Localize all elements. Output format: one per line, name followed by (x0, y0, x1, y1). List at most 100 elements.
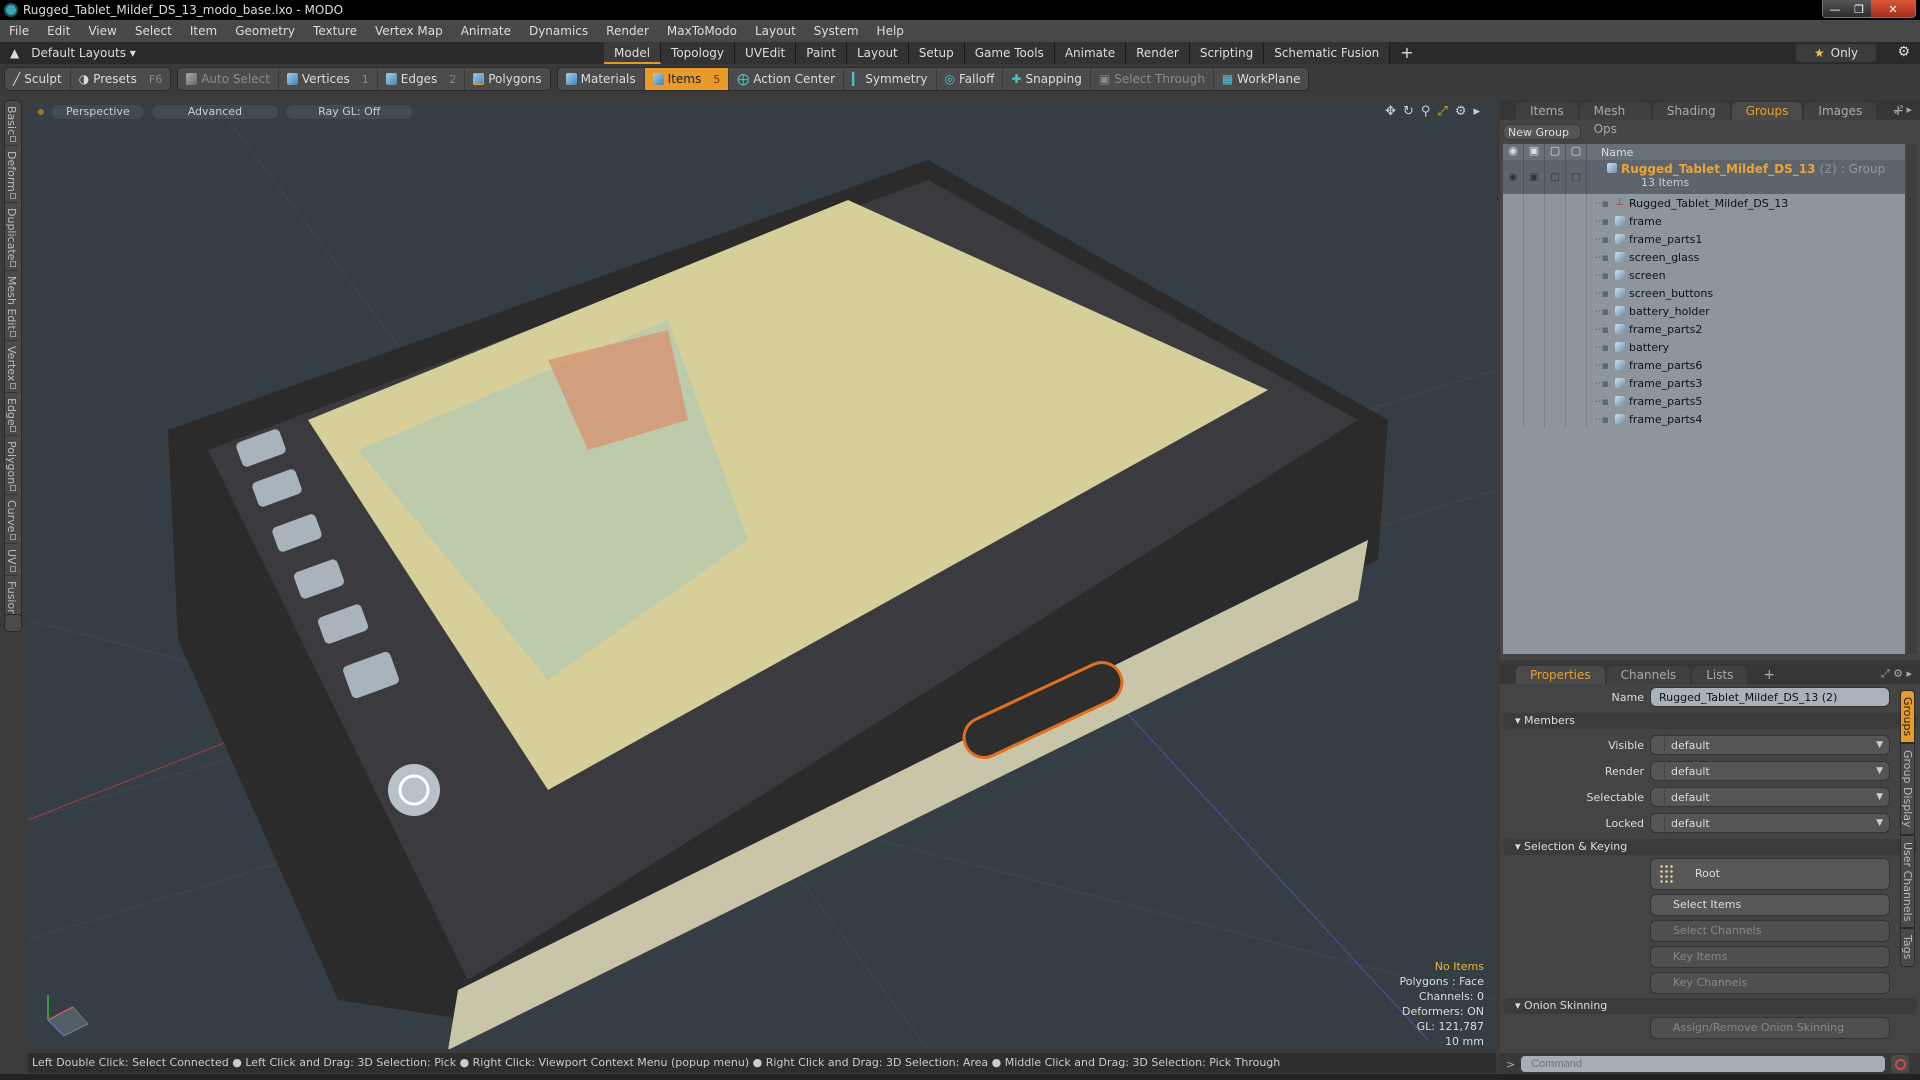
rotate-icon[interactable]: ↻ (1403, 104, 1414, 119)
symmetry-button[interactable]: ▎ Symmetry (844, 68, 937, 90)
vertices-button[interactable]: Vertices 1 (279, 68, 378, 90)
sidetab-groups[interactable]: Groups (1900, 690, 1915, 744)
tab-deform[interactable]: Deform (5, 146, 18, 204)
tree-item-row[interactable]: ··▪ frame_parts2 (1503, 320, 1905, 338)
menu-item[interactable]: Item (181, 24, 226, 38)
tab-model[interactable]: Model (604, 42, 662, 64)
action-center-button[interactable]: ⨁ Action Center (729, 68, 845, 90)
tree-item-row[interactable]: ··▪ battery_holder (1503, 302, 1905, 320)
render-column-icon[interactable]: ▣ (1524, 144, 1545, 160)
select-channels-button[interactable]: Select Channels (1650, 920, 1890, 942)
tab-properties[interactable]: Properties (1516, 666, 1605, 684)
select-toggle[interactable]: ▢ (1566, 160, 1587, 194)
sculpt-button[interactable]: ╱ Sculpt (5, 68, 71, 90)
menu-maxtomodo[interactable]: MaxToModo (658, 24, 746, 38)
render-dropdown[interactable]: default ▼ (1650, 761, 1890, 781)
name-column-header[interactable]: Name (1587, 146, 1633, 159)
tab-lists[interactable]: Lists (1692, 666, 1748, 684)
select-column-icon[interactable]: ▢ (1566, 144, 1587, 160)
3d-viewport[interactable]: Perspective Advanced Ray GL: Off ✥ ↻ ⚲ ⤢… (28, 104, 1496, 1049)
render-toggle-icon[interactable]: ▣ (1524, 160, 1545, 194)
group-row[interactable]: ◉ ▣ ▢ ▢ Rugged_Tablet_Mildef_DS_13 (2) :… (1503, 160, 1905, 194)
tree-item-row[interactable]: ··▪ battery (1503, 338, 1905, 356)
only-button[interactable]: ★ Only (1796, 44, 1876, 62)
tab-duplicate[interactable]: Duplicate (5, 203, 18, 272)
tree-item-row[interactable]: ··▪ frame_parts4 (1503, 410, 1905, 428)
tab-mesh-ops[interactable]: Mesh Ops (1579, 102, 1651, 136)
sidetab-group-display[interactable]: Group Display (1900, 743, 1915, 835)
fit-icon[interactable]: ⤢ (1437, 104, 1447, 119)
visible-dropdown[interactable]: default ▼ (1650, 735, 1890, 755)
tab-images[interactable]: Images (1804, 102, 1877, 120)
assign-onion-skinning-button[interactable]: Assign/Remove Onion Skinning (1650, 1017, 1890, 1039)
visibility-column-icon[interactable]: ◉ (1503, 144, 1524, 160)
raygl-button[interactable]: Ray GL: Off (286, 105, 413, 119)
layouts-dropdown[interactable]: Default Layouts ▾ (31, 46, 136, 60)
view-mode-button[interactable]: Perspective (52, 105, 144, 119)
sidetab-user-channels[interactable]: User Channels (1900, 834, 1915, 929)
tab-uv[interactable]: UV (5, 544, 18, 576)
tab-layout[interactable]: Layout (846, 42, 909, 64)
materials-button[interactable]: Materials (558, 68, 645, 90)
root-button[interactable]: Root (1650, 858, 1890, 890)
members-section[interactable]: ▾ Members (1503, 713, 1917, 729)
layout-up-icon[interactable]: ▲ (10, 46, 19, 60)
restore-button[interactable]: ❐ (1847, 0, 1871, 17)
onion-skinning-section[interactable]: ▾ Onion Skinning (1503, 998, 1917, 1014)
tab-topology[interactable]: Topology (661, 42, 736, 64)
tab-setup[interactable]: Setup (908, 42, 965, 64)
panel-expand-icon[interactable]: ⤢ ▸ (1894, 103, 1912, 117)
tree-item-row[interactable]: ··▪ frame_parts6 (1503, 356, 1905, 374)
menu-vertex-map[interactable]: Vertex Map (366, 24, 452, 38)
menu-edit[interactable]: Edit (38, 24, 79, 38)
minimize-button[interactable]: — (1823, 0, 1847, 17)
tab-scripting[interactable]: Scripting (1189, 42, 1265, 64)
add-properties-tab-icon[interactable]: + (1749, 666, 1789, 684)
tree-item-row[interactable]: ··▪ frame_parts5 (1503, 392, 1905, 410)
lock-column-icon[interactable]: ▢ (1545, 144, 1566, 160)
command-input[interactable] (1521, 1056, 1886, 1072)
tree-item-row[interactable]: ··▪ frame_parts3 (1503, 374, 1905, 392)
snapping-button[interactable]: ✚ Snapping (1003, 68, 1091, 90)
tree-item-row[interactable]: ··▪ ⊥ Rugged_Tablet_Mildef_DS_13 (1503, 194, 1905, 212)
menu-file[interactable]: File (0, 24, 38, 38)
key-channels-button[interactable]: Key Channels (1650, 972, 1890, 994)
close-button[interactable]: ✕ (1871, 0, 1915, 17)
properties-settings-icon[interactable]: ⤢ ⚙ ▸ (1881, 667, 1912, 681)
tab-paint[interactable]: Paint (796, 42, 847, 64)
menu-texture[interactable]: Texture (304, 24, 366, 38)
polygons-button[interactable]: Polygons (465, 68, 549, 90)
record-macro-button[interactable] (1891, 1055, 1910, 1073)
tree-item-row[interactable]: ··▪ screen_buttons (1503, 284, 1905, 302)
auto-select-button[interactable]: Auto Select (178, 68, 279, 90)
menu-view[interactable]: View (79, 24, 125, 38)
new-group-button[interactable]: New Group (1503, 124, 1581, 140)
lock-toggle[interactable]: ▢ (1545, 160, 1566, 194)
tab-basic[interactable]: Basic (5, 101, 18, 147)
pan-icon[interactable]: ✥ (1385, 104, 1396, 119)
tree-item-row[interactable]: ··▪ screen_glass (1503, 248, 1905, 266)
falloff-button[interactable]: ◎ Falloff (937, 68, 1004, 90)
tab-vertex[interactable]: Vertex (5, 341, 18, 393)
zoom-icon[interactable]: ⚲ (1421, 104, 1431, 119)
select-through-button[interactable]: ▣ Select Through (1091, 68, 1214, 90)
tab-render[interactable]: Render (1126, 42, 1190, 64)
tab-animate[interactable]: Animate (1054, 42, 1127, 64)
menu-layout[interactable]: Layout (746, 24, 805, 38)
viewport-settings-icon[interactable]: ⚙ (1455, 104, 1467, 119)
select-items-button[interactable]: Select Items (1650, 894, 1890, 916)
tab-channels[interactable]: Channels (1606, 666, 1691, 684)
eye-icon[interactable]: ◉ (1503, 160, 1524, 194)
tab-mesh-edit[interactable]: Mesh Edit (5, 271, 18, 342)
menu-animate[interactable]: Animate (452, 24, 520, 38)
name-field[interactable]: Rugged_Tablet_Mildef_DS_13 (2) (1650, 687, 1890, 707)
menu-dynamics[interactable]: Dynamics (520, 24, 597, 38)
edges-button[interactable]: Edges 2 (378, 68, 466, 90)
menu-render[interactable]: Render (597, 24, 658, 38)
tab-curve[interactable]: Curve (5, 495, 18, 544)
gear-icon[interactable]: ⚙ (1897, 44, 1910, 60)
tab-polygon[interactable]: Polygon (5, 436, 18, 496)
items-button[interactable]: Items 5 (644, 68, 730, 90)
tab-groups[interactable]: Groups (1731, 102, 1803, 120)
key-items-button[interactable]: Key Items (1650, 946, 1890, 968)
